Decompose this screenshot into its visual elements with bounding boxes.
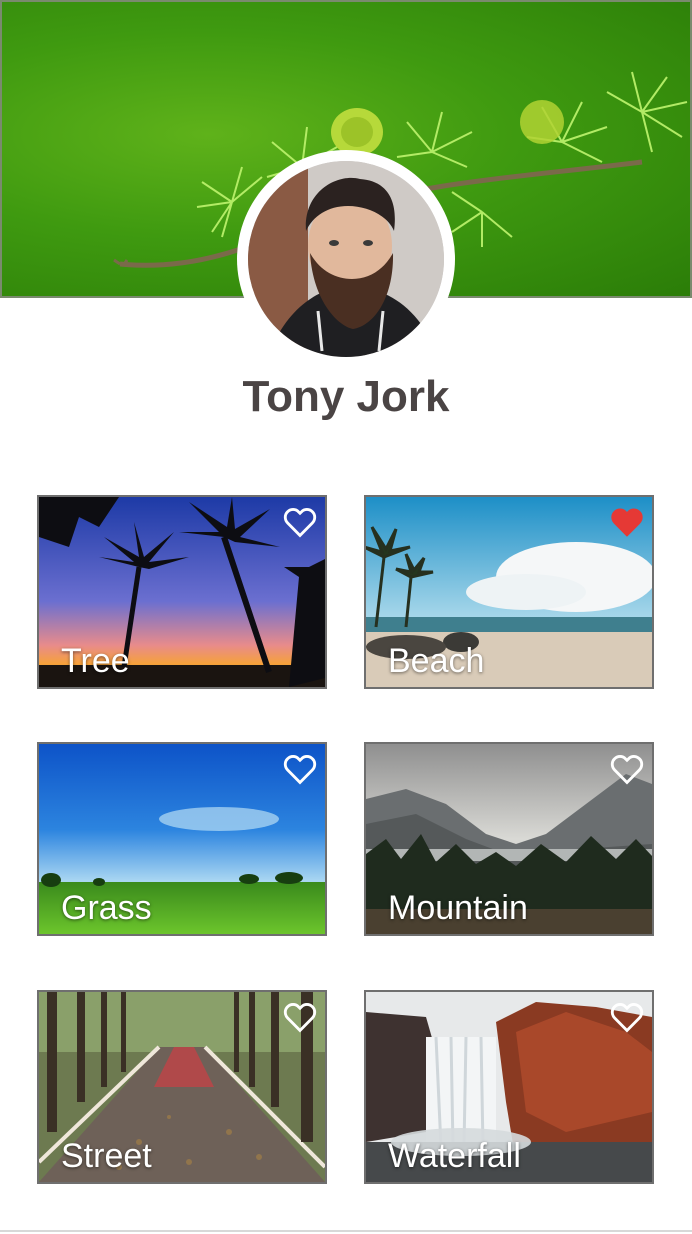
photo-card-mountain[interactable]: Mountain (364, 742, 654, 936)
photo-card-beach[interactable]: Beach (364, 495, 654, 689)
photo-card-tree[interactable]: Tree (37, 495, 327, 689)
photo-card-waterfall[interactable]: Waterfall (364, 990, 654, 1184)
card-label: Beach (388, 642, 485, 680)
heart-icon-filled[interactable] (608, 503, 646, 541)
card-label: Grass (61, 889, 152, 927)
card-label: Mountain (388, 889, 528, 927)
heart-icon[interactable] (608, 998, 646, 1036)
card-label: Street (61, 1137, 152, 1175)
heart-icon[interactable] (281, 503, 319, 541)
heart-icon[interactable] (281, 998, 319, 1036)
footer-divider (0, 1230, 692, 1232)
heart-icon[interactable] (608, 750, 646, 788)
card-label: Waterfall (388, 1137, 521, 1175)
avatar[interactable] (248, 161, 444, 357)
heart-icon[interactable] (281, 750, 319, 788)
card-label: Tree (61, 642, 130, 680)
photo-card-street[interactable]: Street (37, 990, 327, 1184)
profile-name: Tony Jork (242, 372, 450, 421)
photo-card-grass[interactable]: Grass (37, 742, 327, 936)
